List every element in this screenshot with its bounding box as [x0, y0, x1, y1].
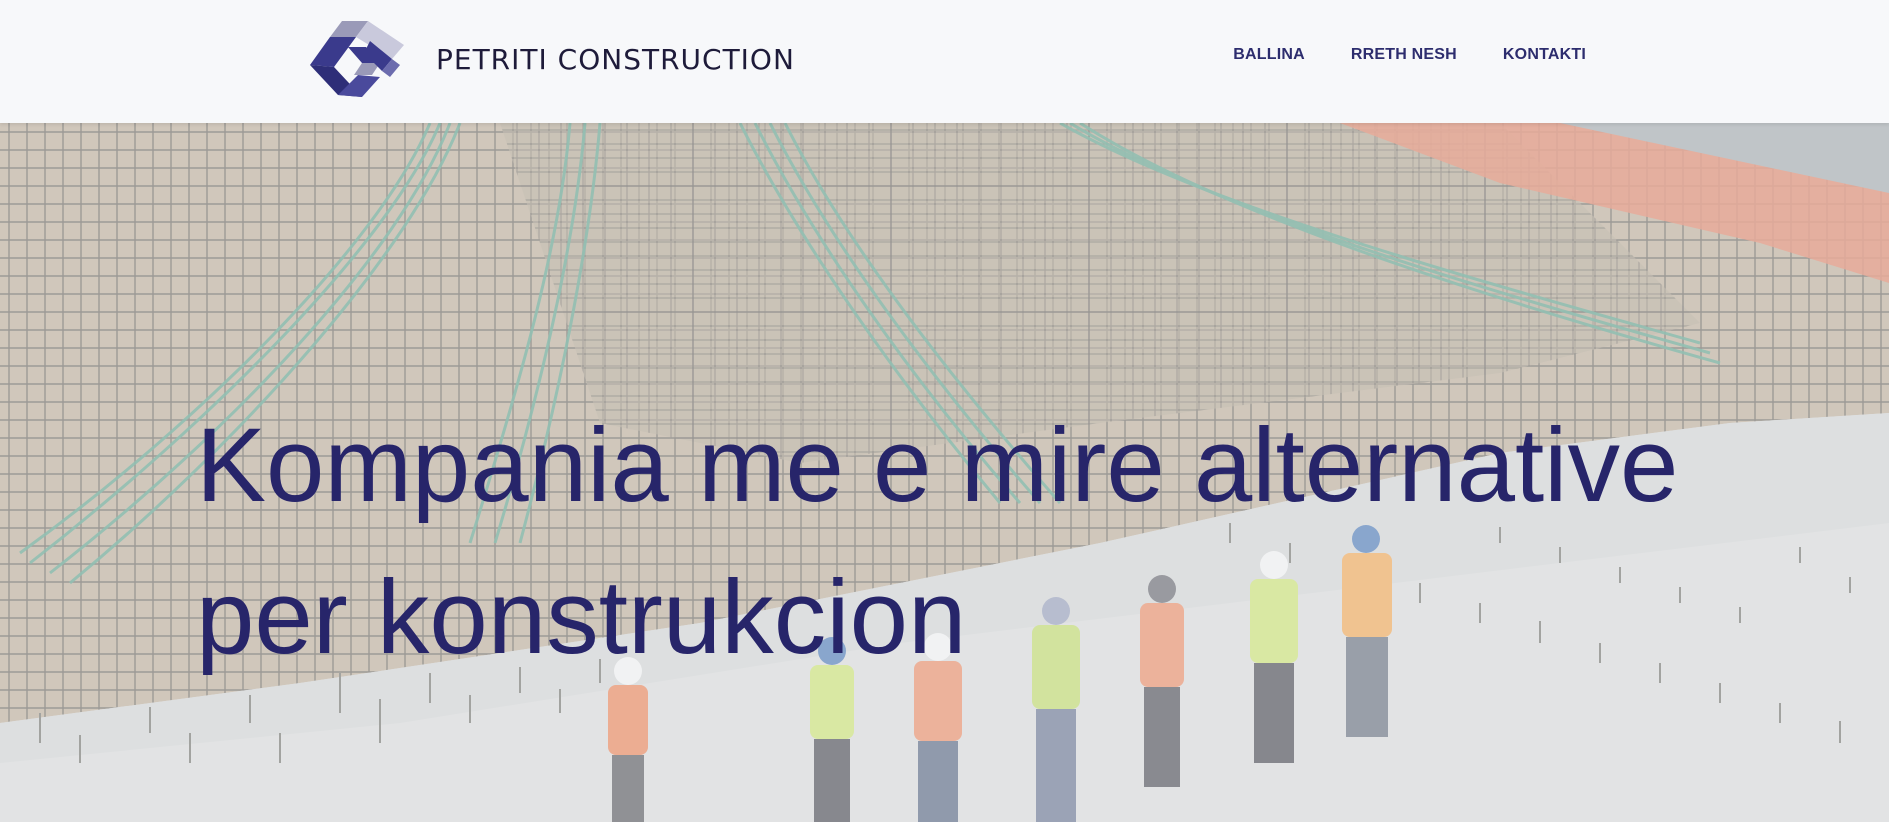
hero-headline: Kompania me e mire alternative per konst…: [196, 407, 1679, 676]
brand[interactable]: PETRITI CONSTRUCTION: [308, 19, 795, 99]
nav-link-rreth-nesh[interactable]: RRETH NESH: [1351, 46, 1457, 64]
nav-link-ballina[interactable]: BALLINA: [1233, 46, 1305, 64]
hero-section: Kompania me e mire alternative per konst…: [0, 123, 1889, 825]
site-header: PETRITI CONSTRUCTION BALLINA RRETH NESH …: [0, 0, 1889, 123]
brand-name: PETRITI CONSTRUCTION: [436, 42, 795, 76]
nav-link-kontakti[interactable]: KONTAKTI: [1503, 46, 1586, 64]
main-nav: BALLINA RRETH NESH KONTAKTI: [1233, 46, 1586, 64]
petriti-logo-icon: [310, 21, 404, 97]
